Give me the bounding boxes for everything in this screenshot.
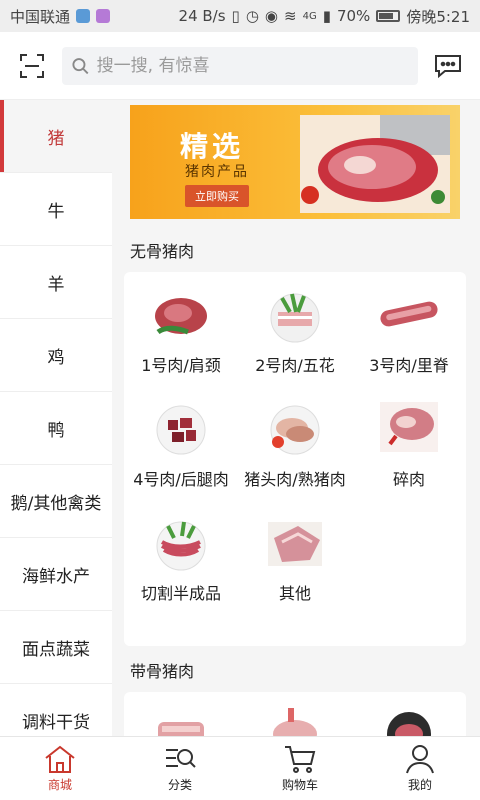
category-item-chicken[interactable]: 鸡 <box>0 319 112 392</box>
product-thumbnail <box>156 405 206 455</box>
category-label: 调料干货 <box>22 712 90 733</box>
product-label: 3号肉/里脊 <box>369 356 449 375</box>
boneless-pork-panel: 1号肉/肩颈 2号肉/五花 3号肉/里脊 4号肉/后腿肉 猪头肉/熟猪肉 碎肉 <box>124 272 466 646</box>
category-label: 鸡 <box>47 347 65 368</box>
tab-label: 商城 <box>47 778 72 792</box>
product-item[interactable]: 2号肉/五花 <box>238 272 352 386</box>
app-icon <box>76 9 91 23</box>
tab-category[interactable]: 分类 <box>120 737 240 800</box>
product-thumbnail <box>158 722 204 736</box>
category-search-icon <box>166 749 196 768</box>
category-item-noodles-vegetables[interactable]: 面点蔬菜 <box>0 611 112 684</box>
product-item[interactable]: 3号肉/里脊 <box>352 272 466 386</box>
banner-subtitle: 猪肉产品 <box>185 164 249 180</box>
product-thumbnail <box>156 521 206 571</box>
product-item[interactable]: 碎肉 <box>352 386 466 500</box>
category-item-pork[interactable]: 猪 <box>0 100 112 173</box>
pork-banner-image <box>300 115 450 213</box>
app-icon <box>96 9 111 23</box>
product-label: 4号肉/后腿肉 <box>133 470 229 489</box>
product-item[interactable]: 4号肉/后腿肉 <box>124 386 238 500</box>
clock: 傍晚5:21 <box>406 7 470 26</box>
section-title-bone-in: 带骨猪肉 <box>130 662 195 681</box>
product-item[interactable]: 切割半成品 <box>124 500 238 614</box>
product-content: 精选 猪肉产品 立即购买 无骨猪肉 1号肉/肩颈 2号肉/五花 3号肉/里脊 4… <box>112 100 480 736</box>
search-bar[interactable] <box>62 46 418 85</box>
product-label: 其他 <box>278 584 311 603</box>
wifi-icon: ≋ <box>284 7 297 25</box>
tab-mine[interactable]: 我的 <box>360 737 480 800</box>
product-thumbnail <box>273 708 317 736</box>
user-icon <box>406 745 434 774</box>
eye-icon: ◉ <box>264 7 278 25</box>
cart-icon <box>285 746 316 773</box>
search-icon <box>72 57 89 74</box>
buy-now-button[interactable]: 立即购买 <box>185 185 249 207</box>
carrier-label: 中国联通 <box>10 7 71 26</box>
tab-label: 我的 <box>407 778 432 792</box>
category-item-lamb[interactable]: 羊 <box>0 246 112 319</box>
category-label: 猪 <box>47 128 65 149</box>
battery-icon <box>376 10 401 22</box>
category-label: 海鲜水产 <box>22 566 90 587</box>
home-icon <box>45 745 75 773</box>
product-thumbnail <box>380 301 438 327</box>
product-thumbnail <box>270 293 320 343</box>
product-label: 碎肉 <box>392 470 425 489</box>
search-input[interactable] <box>96 55 408 76</box>
category-item-goose[interactable]: 鹅/其他禽类 <box>0 465 112 538</box>
product-label: 切割半成品 <box>140 584 221 603</box>
tab-cart[interactable]: 购物车 <box>240 737 360 800</box>
banner-title: 精选 <box>180 130 245 163</box>
category-item-duck[interactable]: 鸭 <box>0 392 112 465</box>
category-item-seafood[interactable]: 海鲜水产 <box>0 538 112 611</box>
network-type: 4G <box>302 10 317 22</box>
promo-banner[interactable]: 精选 猪肉产品 立即购买 <box>130 105 460 219</box>
category-sidebar: 猪 牛 羊 鸡 鸭 鹅/其他禽类 海鲜水产 面点蔬菜 调料干货 <box>0 100 112 736</box>
product-item[interactable] <box>124 692 238 736</box>
bone-in-pork-panel <box>124 692 466 736</box>
product-label: 1号肉/肩颈 <box>141 356 221 375</box>
tab-label: 分类 <box>167 778 192 792</box>
message-icon[interactable] <box>428 46 468 86</box>
category-label: 羊 <box>47 274 65 295</box>
tab-mall[interactable]: 商城 <box>0 737 120 800</box>
product-thumbnail <box>268 522 322 566</box>
network-speed: 24 B/s <box>178 7 226 25</box>
status-bar: 中国联通 24 B/s ▯ ◷ ◉ ≋ 4G ▮ 70% 傍晚5:21 <box>0 0 480 32</box>
category-label: 面点蔬菜 <box>22 639 90 660</box>
product-thumbnail <box>387 712 431 736</box>
product-item[interactable]: 猪头肉/熟猪肉 <box>238 386 352 500</box>
product-thumbnail <box>270 405 320 455</box>
bottom-tab-bar: 商城 分类 购物车 我的 <box>0 736 480 800</box>
category-item-beef[interactable]: 牛 <box>0 173 112 246</box>
product-item[interactable] <box>238 692 352 736</box>
top-header <box>0 32 480 100</box>
signal-icon: ▮ <box>322 7 331 25</box>
product-thumbnail <box>155 298 207 335</box>
battery-percent: 70% <box>336 7 371 25</box>
product-thumbnail <box>380 402 438 452</box>
scan-icon[interactable] <box>12 46 52 86</box>
product-item[interactable]: 1号肉/肩颈 <box>124 272 238 386</box>
banner-text-block: 精选 猪肉产品 立即购买 <box>130 105 310 219</box>
category-item-seasoning[interactable]: 调料干货 <box>0 684 112 736</box>
category-label: 牛 <box>47 201 65 222</box>
section-title-boneless: 无骨猪肉 <box>130 242 195 261</box>
tab-label: 购物车 <box>281 778 318 792</box>
alarm-icon: ◷ <box>245 7 259 25</box>
category-label: 鹅/其他禽类 <box>10 493 102 514</box>
product-item[interactable]: 其他 <box>238 500 352 614</box>
product-item[interactable] <box>352 692 466 736</box>
product-label: 2号肉/五花 <box>255 356 335 375</box>
vibrate-icon: ▯ <box>231 7 240 25</box>
product-label: 猪头肉/熟猪肉 <box>244 470 346 489</box>
category-label: 鸭 <box>47 420 65 441</box>
